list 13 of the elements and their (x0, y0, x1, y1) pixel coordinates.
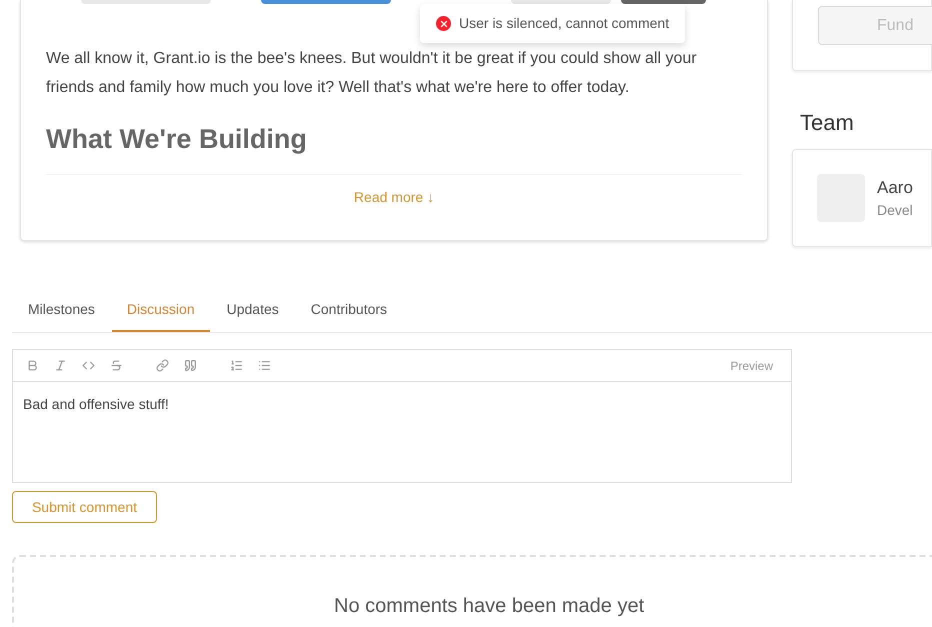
comment-editor[interactable]: Preview Bad and offensive stuff! (12, 349, 792, 483)
tab[interactable]: Updates (212, 299, 294, 332)
article-paragraph: We all know it, Grant.io is the bee's knees. But wouldn't it be great if you could show all your friends and family how much you love it? Well that's what we're here to offer today. (46, 49, 698, 98)
article-heading: What We're Building (46, 123, 308, 156)
tab[interactable]: Contributors (296, 299, 402, 332)
tab[interactable]: Milestones (13, 299, 110, 332)
comment-input[interactable]: Bad and offensive stuff! (13, 382, 791, 482)
empty-comments-message: No comments have been made yet (334, 595, 644, 617)
member-name: Aaro (877, 176, 913, 199)
error-icon (436, 16, 451, 31)
member-role: Devel (877, 201, 913, 220)
team-heading: Team (800, 109, 855, 137)
toast-message: User is silenced, cannot comment (459, 14, 670, 33)
